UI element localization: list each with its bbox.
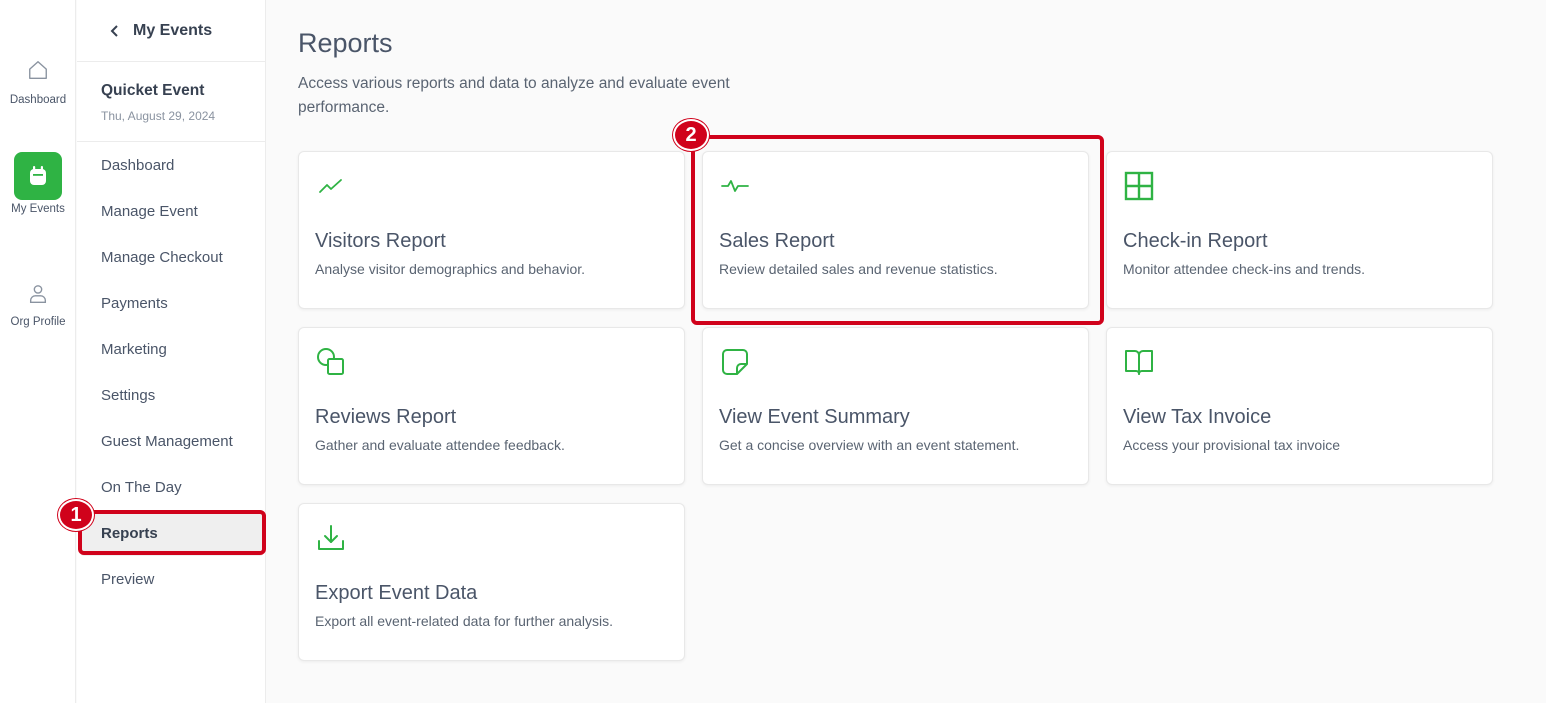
nav-item-manage-checkout[interactable]: Manage Checkout (77, 234, 265, 280)
page-description: Access various reports and data to analy… (298, 75, 730, 116)
card-title: Reviews Report (315, 406, 457, 428)
user-icon (14, 276, 62, 312)
card-description: Access your provisional tax invoice (1123, 437, 1341, 453)
card-title: View Event Summary (719, 406, 910, 428)
event-info: Quicket Event Thu, August 29, 2024 (77, 62, 265, 142)
activity-pulse-icon (721, 180, 749, 192)
card-title: Export Event Data (315, 582, 478, 604)
nav-item-settings[interactable]: Settings (77, 372, 265, 418)
app-rail: Dashboard My Events Org Profile (0, 0, 76, 703)
trending-line-icon (319, 179, 342, 193)
nav-item-dashboard[interactable]: Dashboard (77, 142, 265, 188)
back-label: My Events (133, 21, 213, 39)
step-badge-1: 1 (58, 499, 94, 531)
nav-item-manage-event[interactable]: Manage Event (77, 188, 265, 234)
nav-item-payments[interactable]: Payments (77, 280, 265, 326)
card-description: Analyse visitor demographics and behavio… (315, 261, 586, 277)
card-title: Check-in Report (1123, 230, 1268, 252)
download-icon (318, 525, 344, 550)
card-title: Visitors Report (315, 230, 446, 252)
page-title: Reports (298, 28, 393, 58)
calendar-icon (14, 152, 62, 200)
event-nav-list: Dashboard Manage Event Manage Checkout P… (77, 142, 265, 602)
card-description: Export all event-related data for furthe… (315, 613, 614, 629)
nav-item-preview[interactable]: Preview (77, 556, 265, 602)
step-badge-2: 2 (673, 119, 709, 151)
rail-item-org-profile[interactable]: Org Profile (0, 276, 76, 346)
card-export-event-data[interactable]: Export Event Data Export all event-relat… (298, 503, 685, 661)
back-to-my-events[interactable]: My Events (77, 0, 265, 62)
nav-item-guest-management[interactable]: Guest Management (77, 418, 265, 464)
nav-item-marketing[interactable]: Marketing (77, 326, 265, 372)
rail-item-label: My Events (11, 203, 65, 215)
book-open-icon (1125, 350, 1153, 375)
event-date: Thu, August 29, 2024 (101, 109, 216, 123)
card-description: Monitor attendee check-ins and trends. (1123, 261, 1366, 277)
chevron-left-icon (110, 24, 118, 37)
nav-item-reports[interactable]: Reports (81, 510, 263, 556)
nav-item-on-the-day[interactable]: On The Day (77, 464, 265, 510)
event-name: Quicket Event (101, 82, 205, 99)
card-title: Sales Report (719, 230, 835, 252)
sticky-note-icon (722, 349, 748, 375)
card-view-event-summary[interactable]: View Event Summary Get a concise overvie… (702, 327, 1089, 485)
card-view-tax-invoice[interactable]: View Tax Invoice Access your provisional… (1106, 327, 1493, 485)
grid-icon (1124, 171, 1154, 201)
card-title: View Tax Invoice (1123, 406, 1272, 428)
home-icon (14, 46, 62, 94)
rail-item-dashboard[interactable]: Dashboard (0, 46, 76, 116)
card-check-in-report[interactable]: Check-in Report Monitor attendee check-i… (1106, 151, 1493, 309)
card-sales-report[interactable]: Sales Report Review detailed sales and r… (702, 151, 1089, 309)
card-description: Get a concise overview with an event sta… (719, 437, 1020, 453)
rail-item-my-events[interactable]: My Events (0, 152, 76, 222)
card-reviews-report[interactable]: Reviews Report Gather and evaluate atten… (298, 327, 685, 485)
card-visitors-report[interactable]: Visitors Report Analyse visitor demograp… (298, 151, 685, 309)
event-nav: My Events Quicket Event Thu, August 29, … (77, 0, 266, 703)
shapes-icon (317, 348, 344, 375)
card-description: Review detailed sales and revenue statis… (719, 261, 998, 277)
rail-item-label: Dashboard (9, 94, 67, 106)
rail-item-label: Org Profile (10, 316, 66, 328)
card-description: Gather and evaluate attendee feedback. (315, 437, 565, 453)
